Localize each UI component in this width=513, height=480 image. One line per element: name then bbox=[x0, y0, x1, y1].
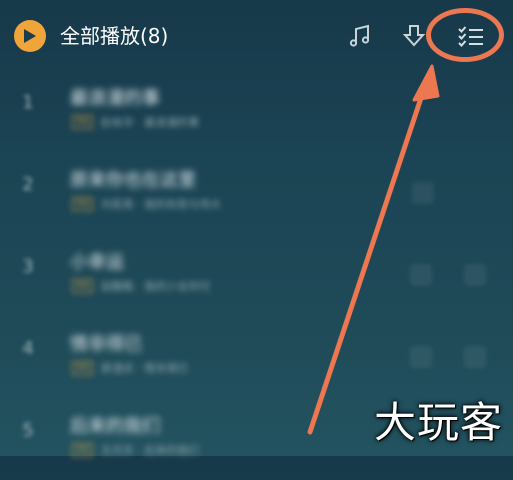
annotation-arrow bbox=[307, 64, 440, 435]
watermark: 大玩客 bbox=[373, 398, 503, 447]
